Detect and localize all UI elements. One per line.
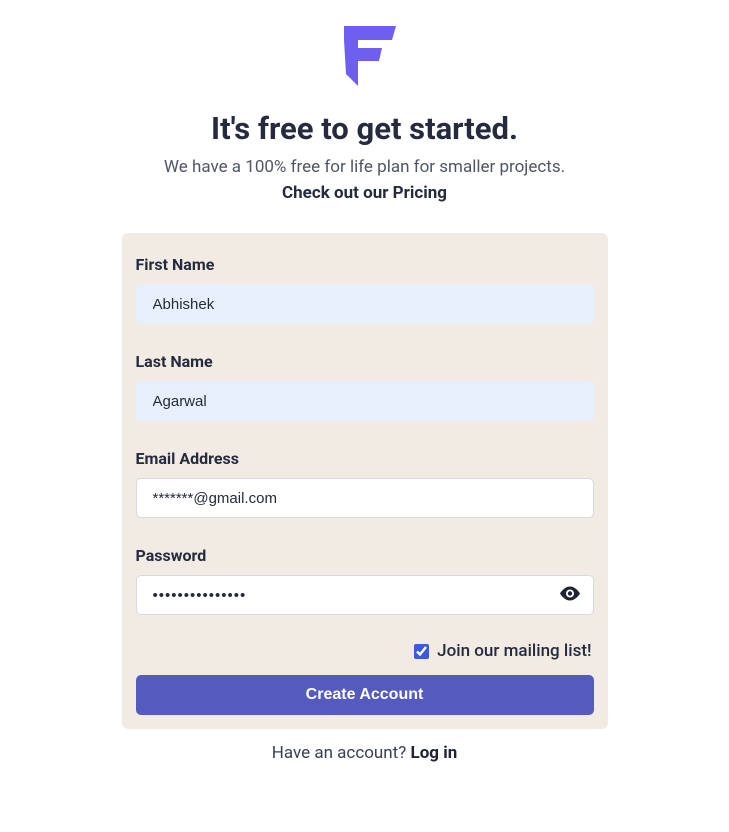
page-title: It's free to get started. [211, 110, 518, 147]
login-link[interactable]: Log in [411, 743, 458, 763]
first-name-input[interactable] [136, 284, 594, 324]
last-name-input[interactable] [136, 381, 594, 421]
signup-form-card: First Name Last Name Email Address Passw… [122, 233, 608, 729]
password-input[interactable] [136, 575, 594, 615]
last-name-label: Last Name [136, 352, 594, 371]
brand-logo [334, 26, 396, 90]
eye-icon[interactable] [560, 586, 580, 605]
mailing-list-checkbox[interactable] [414, 644, 429, 659]
mailing-list-label: Join our mailing list! [437, 641, 591, 661]
email-input[interactable] [136, 478, 594, 518]
create-account-button[interactable]: Create Account [136, 675, 594, 715]
pricing-link[interactable]: Check out our Pricing [282, 183, 447, 203]
page-subtitle: We have a 100% free for life plan for sm… [164, 157, 565, 177]
password-label: Password [136, 546, 594, 565]
footer-text: Have an account? Log in [272, 743, 458, 763]
have-account-text: Have an account? [272, 743, 411, 763]
first-name-label: First Name [136, 255, 594, 274]
email-label: Email Address [136, 449, 594, 468]
